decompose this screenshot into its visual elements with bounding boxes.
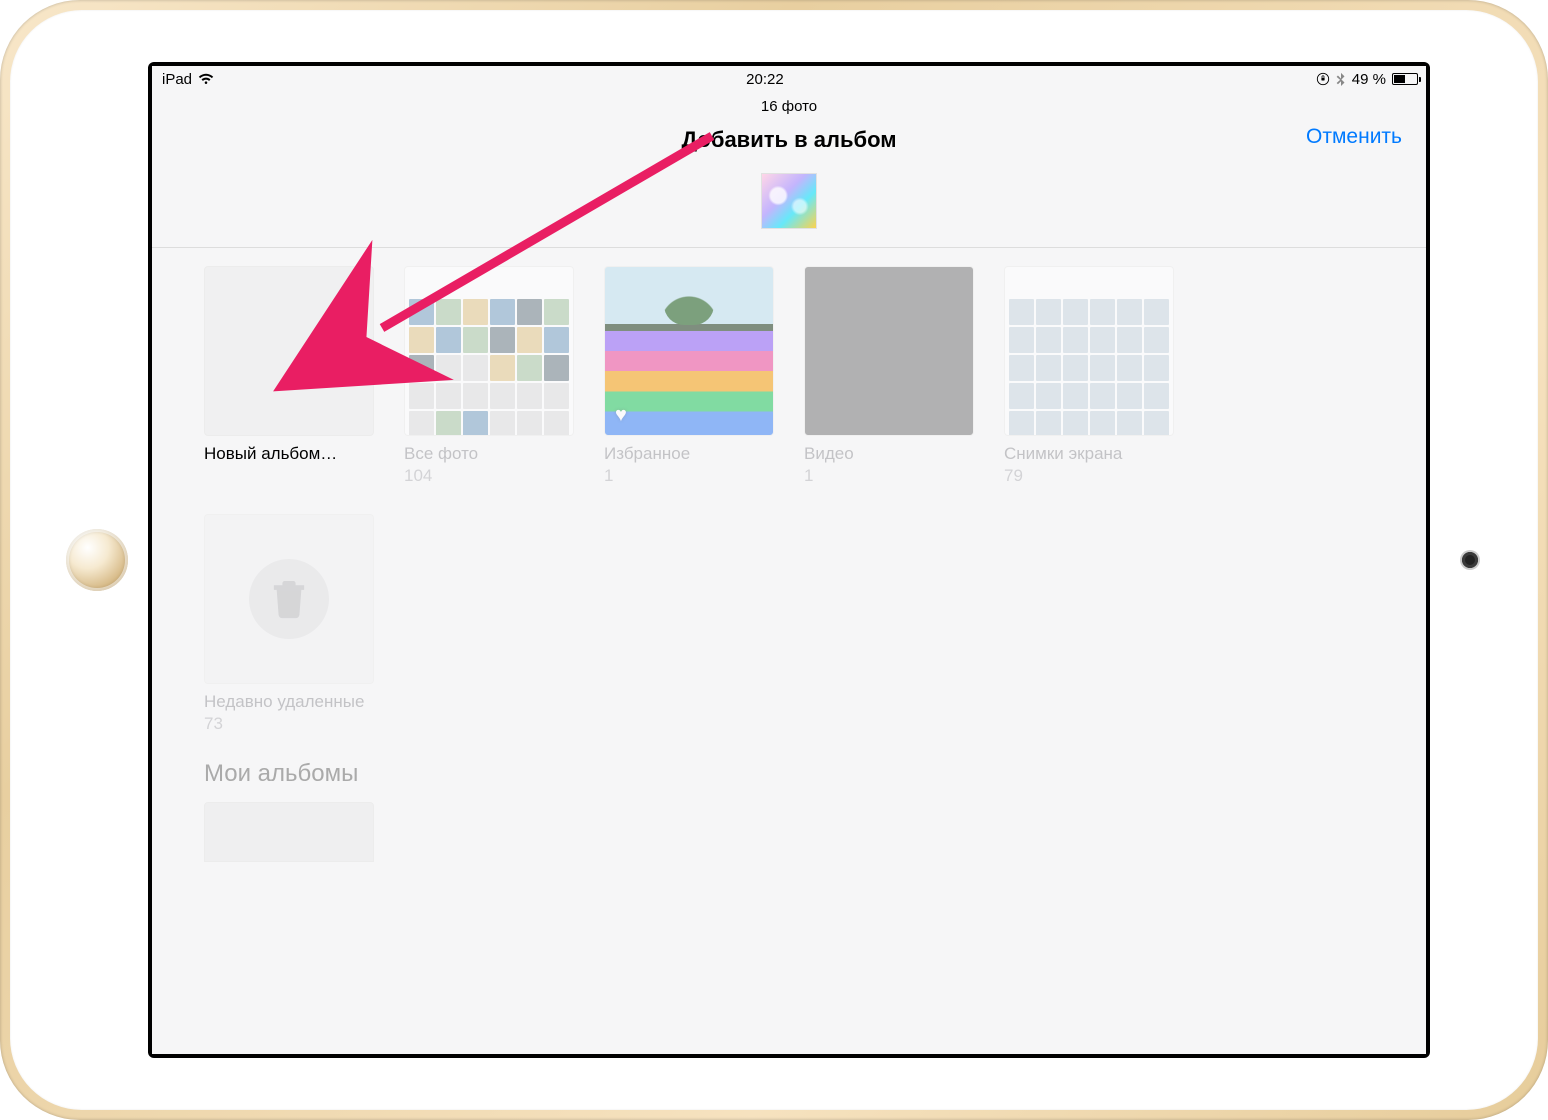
my-albums-partial-tile[interactable] bbox=[204, 802, 374, 862]
all-photos-label: Все фото bbox=[404, 444, 574, 464]
home-button[interactable] bbox=[66, 529, 128, 591]
screenshots-label: Снимки экрана bbox=[1004, 444, 1174, 464]
album-new[interactable]: Новый альбом… bbox=[204, 266, 374, 486]
selected-count: 16 фото bbox=[152, 92, 1426, 115]
status-bar: iPad 20:22 49 % bbox=[152, 66, 1426, 92]
my-albums-section-title: Мои альбомы bbox=[204, 760, 1374, 788]
album-favorites: ♥ Избранное 1 bbox=[604, 266, 774, 486]
ipad-frame: iPad 20:22 49 % 16 фото bbox=[0, 0, 1548, 1120]
battery-percent: 49 % bbox=[1352, 71, 1386, 88]
cancel-button[interactable]: Отменить bbox=[1306, 125, 1402, 149]
heart-icon: ♥ bbox=[615, 404, 627, 427]
videos-count: 1 bbox=[804, 466, 974, 486]
all-photos-count: 104 bbox=[404, 466, 574, 486]
videos-tile bbox=[804, 266, 974, 436]
rotation-lock-icon bbox=[1316, 72, 1330, 86]
header: Добавить в альбом Отменить bbox=[152, 115, 1426, 159]
front-camera bbox=[1462, 552, 1478, 568]
selection-thumbnail bbox=[761, 173, 817, 229]
recently-deleted-count: 73 bbox=[204, 714, 374, 734]
battery-icon bbox=[1392, 73, 1418, 85]
device-label: iPad bbox=[162, 71, 192, 88]
screenshots-count: 79 bbox=[1004, 466, 1174, 486]
status-right: 49 % bbox=[1316, 71, 1418, 88]
recently-deleted-label: Недавно удаленные bbox=[204, 692, 374, 712]
album-all-photos: Все фото 104 bbox=[404, 266, 574, 486]
screen: iPad 20:22 49 % 16 фото bbox=[152, 66, 1426, 1054]
header-title: Добавить в альбом bbox=[152, 127, 1426, 153]
recently-deleted-tile bbox=[204, 514, 374, 684]
status-time: 20:22 bbox=[214, 71, 1316, 88]
new-album-tile[interactable] bbox=[204, 266, 374, 436]
screenshots-tile bbox=[1004, 266, 1174, 436]
videos-label: Видео bbox=[804, 444, 974, 464]
screen-bezel: iPad 20:22 49 % 16 фото bbox=[148, 62, 1430, 1058]
ipad-inner: iPad 20:22 49 % 16 фото bbox=[10, 10, 1538, 1110]
wifi-icon bbox=[198, 73, 214, 85]
albums-content: Новый альбом… bbox=[152, 248, 1426, 862]
album-videos: Видео 1 bbox=[804, 266, 974, 486]
album-screenshots: Снимки экрана 79 bbox=[1004, 266, 1174, 486]
albums-grid: Новый альбом… bbox=[204, 266, 1374, 734]
trash-icon bbox=[271, 579, 307, 619]
all-photos-tile bbox=[404, 266, 574, 436]
album-recently-deleted: Недавно удаленные 73 bbox=[204, 514, 374, 734]
favorites-label: Избранное bbox=[604, 444, 774, 464]
status-left: iPad bbox=[162, 71, 214, 88]
favorites-count: 1 bbox=[604, 466, 774, 486]
new-album-label: Новый альбом… bbox=[204, 444, 374, 464]
bluetooth-icon bbox=[1336, 72, 1346, 86]
favorites-tile: ♥ bbox=[604, 266, 774, 436]
